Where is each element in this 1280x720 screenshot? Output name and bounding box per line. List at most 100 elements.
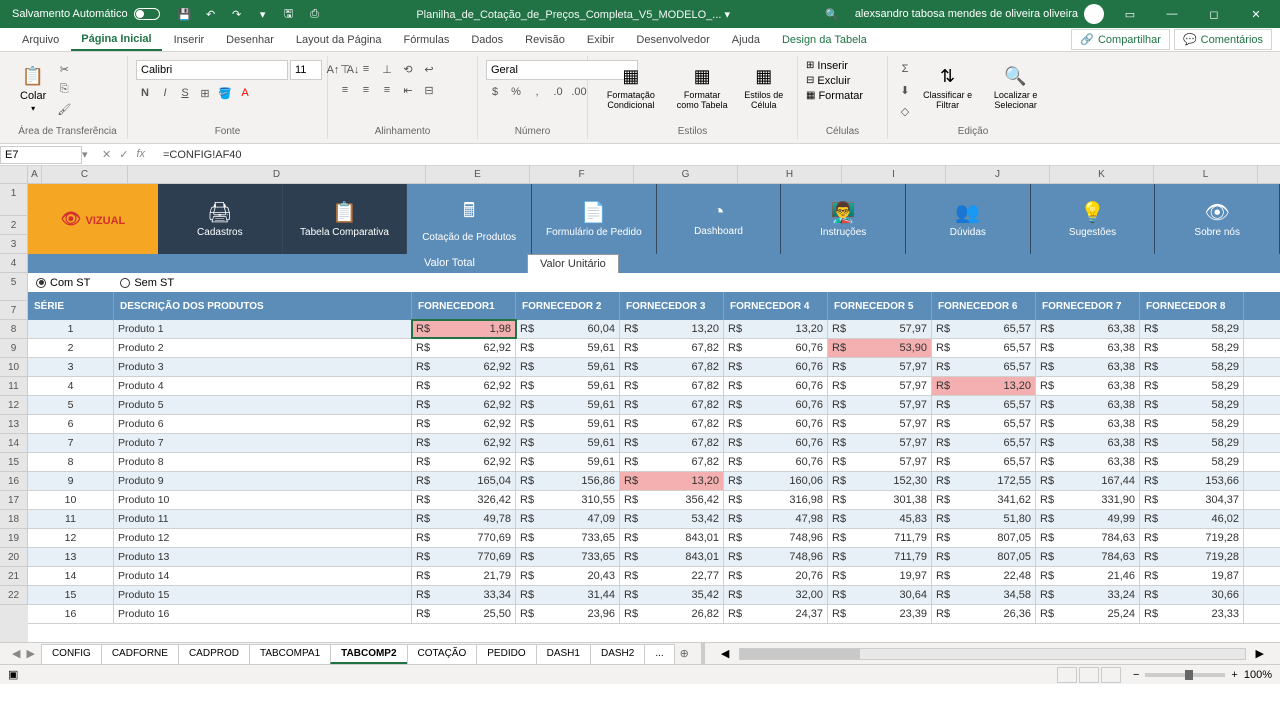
undo-icon[interactable]: ↶ (204, 7, 218, 21)
data-cell[interactable]: R$748,96 (724, 529, 828, 547)
data-cell[interactable]: R$67,82 (620, 415, 724, 433)
data-cell[interactable]: R$19,87 (1140, 567, 1244, 585)
col-header[interactable]: L (1154, 166, 1258, 183)
sheet-tab[interactable]: TABCOMPA1 (249, 644, 331, 664)
data-cell[interactable]: R$310,55 (516, 491, 620, 509)
formula-bar[interactable]: =CONFIG!AF40 (157, 149, 1280, 161)
row-header[interactable]: 3 (0, 235, 28, 254)
data-cell[interactable]: R$59,61 (516, 377, 620, 395)
fx-icon[interactable]: fx (136, 148, 145, 161)
table-row[interactable]: 10Produto 10R$326,42R$310,55R$356,42R$31… (28, 491, 1280, 510)
data-cell[interactable]: R$63,38 (1036, 339, 1140, 357)
col-header[interactable]: G (634, 166, 738, 183)
data-cell[interactable]: R$356,42 (620, 491, 724, 509)
data-cell[interactable]: R$67,82 (620, 358, 724, 376)
comments-button[interactable]: 💬 Comentários (1174, 29, 1272, 50)
qat-icon[interactable]: ⎙ (308, 7, 322, 21)
data-cell[interactable]: R$62,92 (412, 358, 516, 376)
data-cell[interactable]: R$20,43 (516, 567, 620, 585)
data-cell[interactable]: R$23,39 (828, 605, 932, 623)
data-cell[interactable]: R$733,65 (516, 529, 620, 547)
data-cell[interactable]: R$13,20 (620, 320, 724, 338)
tab-desenhar[interactable]: Desenhar (216, 30, 284, 50)
data-cell[interactable]: R$63,38 (1036, 320, 1140, 338)
user-account[interactable]: alexsandro tabosa mendes de oliveira oli… (849, 4, 1110, 24)
data-cell[interactable]: R$58,29 (1140, 320, 1244, 338)
data-cell[interactable]: R$57,97 (828, 377, 932, 395)
data-cell[interactable]: R$65,57 (932, 358, 1036, 376)
data-cell[interactable]: R$49,78 (412, 510, 516, 528)
data-cell[interactable]: R$58,29 (1140, 396, 1244, 414)
data-cell[interactable]: R$316,98 (724, 491, 828, 509)
data-cell[interactable]: R$20,76 (724, 567, 828, 585)
data-cell[interactable]: R$58,29 (1140, 358, 1244, 376)
data-cell[interactable]: R$33,24 (1036, 586, 1140, 604)
row-header[interactable]: 15 (0, 453, 28, 472)
table-row[interactable]: 7Produto 7R$62,92R$59,61R$67,82R$60,76R$… (28, 434, 1280, 453)
data-cell[interactable]: R$165,04 (412, 472, 516, 490)
data-cell[interactable]: R$331,90 (1036, 491, 1140, 509)
data-cell[interactable]: R$60,76 (724, 415, 828, 433)
row-header[interactable]: 12 (0, 396, 28, 415)
sheet-tab[interactable]: TABCOMP2 (330, 644, 407, 664)
data-cell[interactable]: R$63,38 (1036, 415, 1140, 433)
maximize-icon[interactable]: ◻ (1194, 0, 1234, 28)
data-cell[interactable]: R$23,96 (516, 605, 620, 623)
data-cell[interactable]: R$65,57 (932, 453, 1036, 471)
nav-item[interactable]: 👁Sobre nós (1155, 184, 1280, 254)
data-cell[interactable]: R$62,92 (412, 339, 516, 357)
clear-icon[interactable]: ◇ (896, 102, 914, 120)
row-header[interactable]: 11 (0, 377, 28, 396)
sheet-tab[interactable]: DASH1 (536, 644, 591, 664)
zoom-out-icon[interactable]: − (1133, 669, 1139, 681)
indent-left-icon[interactable]: ⇤ (399, 81, 417, 99)
share-button[interactable]: 🔗 Compartilhar (1071, 29, 1170, 50)
sheet-tab[interactable]: CONFIG (41, 644, 102, 664)
format-cells-button[interactable]: ▦ Formatar (806, 90, 863, 102)
row-header[interactable]: 19 (0, 529, 28, 548)
qat-icon[interactable]: 🖫 (282, 7, 296, 21)
table-row[interactable]: 5Produto 5R$62,92R$59,61R$67,82R$60,76R$… (28, 396, 1280, 415)
data-cell[interactable]: R$341,62 (932, 491, 1036, 509)
fill-color-icon[interactable]: 🪣 (216, 84, 234, 102)
data-cell[interactable]: R$172,55 (932, 472, 1036, 490)
data-cell[interactable]: R$807,05 (932, 529, 1036, 547)
merge-icon[interactable]: ⊟ (420, 81, 438, 99)
data-cell[interactable]: R$58,29 (1140, 453, 1244, 471)
table-row[interactable]: 8Produto 8R$62,92R$59,61R$67,82R$60,76R$… (28, 453, 1280, 472)
data-cell[interactable]: R$13,20 (620, 472, 724, 490)
data-cell[interactable]: R$60,76 (724, 358, 828, 376)
data-cell[interactable]: R$60,76 (724, 339, 828, 357)
close-icon[interactable]: ✕ (1236, 0, 1276, 28)
scroll-right-icon[interactable]: ▶ (1256, 647, 1264, 660)
data-cell[interactable]: R$46,02 (1140, 510, 1244, 528)
data-cell[interactable]: R$57,97 (828, 415, 932, 433)
col-header[interactable]: K (1050, 166, 1154, 183)
sheet-tab[interactable]: PEDIDO (476, 644, 536, 664)
data-cell[interactable]: R$156,86 (516, 472, 620, 490)
data-cell[interactable]: R$62,92 (412, 453, 516, 471)
data-cell[interactable]: R$67,82 (620, 339, 724, 357)
row-header[interactable]: 13 (0, 415, 28, 434)
col-header[interactable]: A (28, 166, 42, 183)
data-cell[interactable]: R$67,82 (620, 396, 724, 414)
row-header[interactable]: 5 (0, 273, 28, 301)
data-cell[interactable]: R$22,77 (620, 567, 724, 585)
ribbon-options-icon[interactable]: ▭ (1110, 0, 1150, 28)
subtab-valor-total[interactable]: Valor Total (412, 254, 487, 273)
wrap-text-icon[interactable]: ↩ (420, 60, 438, 78)
data-cell[interactable]: R$65,57 (932, 415, 1036, 433)
data-cell[interactable]: R$25,24 (1036, 605, 1140, 623)
border-icon[interactable]: ⊞ (196, 84, 214, 102)
zoom-slider[interactable] (1145, 673, 1225, 677)
data-cell[interactable]: R$49,99 (1036, 510, 1140, 528)
data-cell[interactable]: R$63,38 (1036, 396, 1140, 414)
fill-icon[interactable]: ⬇ (896, 81, 914, 99)
data-cell[interactable]: R$326,42 (412, 491, 516, 509)
data-cell[interactable]: R$62,92 (412, 396, 516, 414)
data-cell[interactable]: R$60,04 (516, 320, 620, 338)
table-row[interactable]: 12Produto 12R$770,69R$733,65R$843,01R$74… (28, 529, 1280, 548)
save-icon[interactable]: 💾 (178, 7, 192, 21)
table-row[interactable]: 11Produto 11R$49,78R$47,09R$53,42R$47,98… (28, 510, 1280, 529)
add-sheet-icon[interactable]: ⊕ (674, 644, 695, 663)
